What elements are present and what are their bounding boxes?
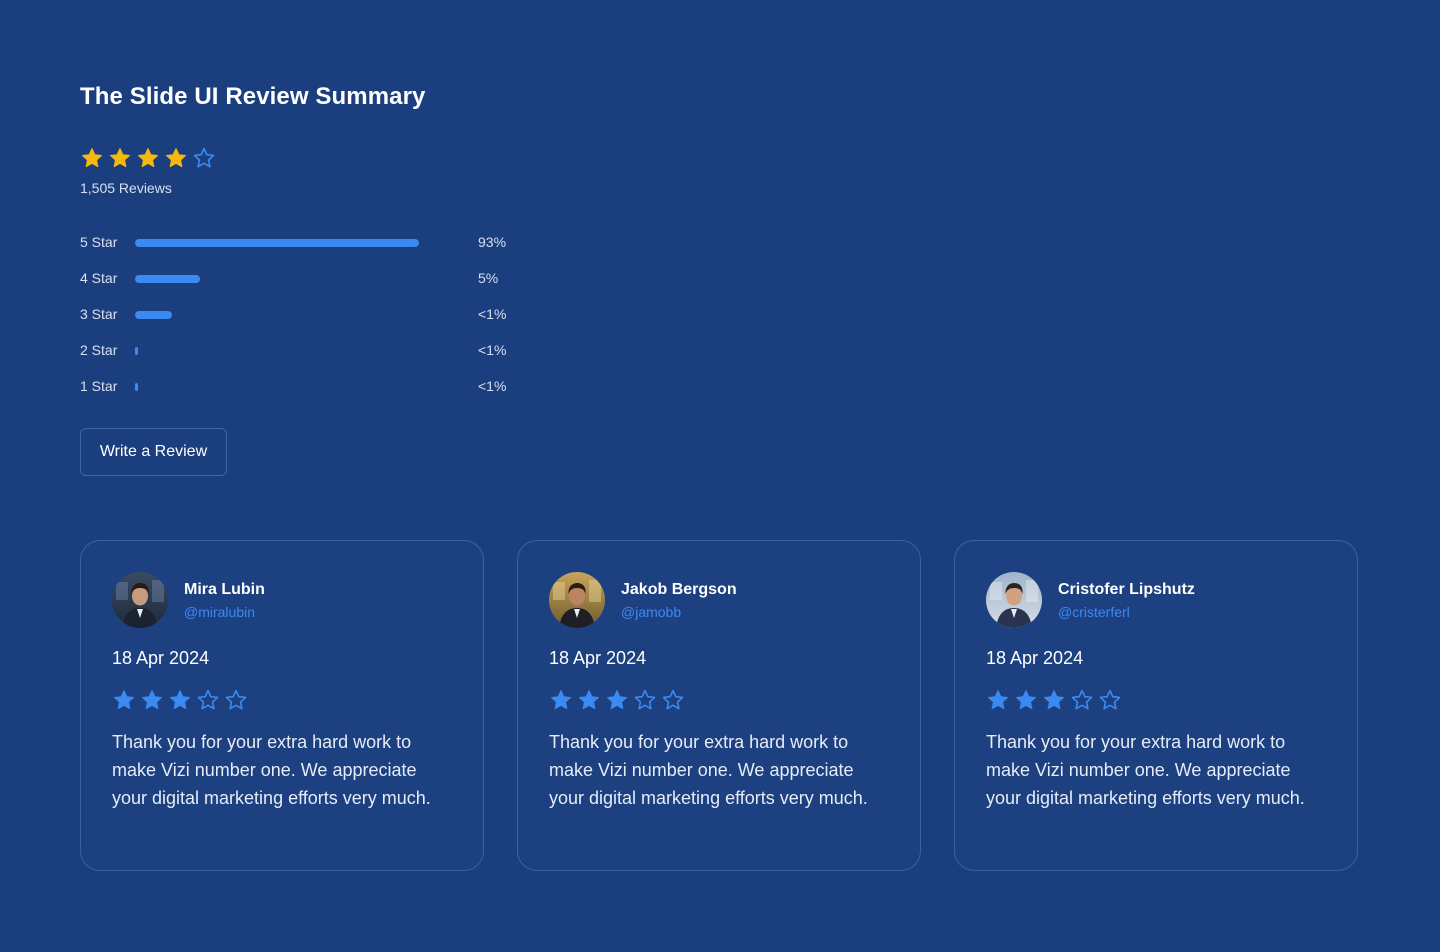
star-outline-icon — [1070, 688, 1094, 712]
review-summary: The Slide UI Review Summary 1,505 Review… — [80, 82, 540, 476]
review-summary-page: The Slide UI Review Summary 1,505 Review… — [0, 0, 1440, 952]
summary-title: The Slide UI Review Summary — [80, 83, 426, 110]
rating-bar-percent: <1% — [478, 378, 507, 394]
star-filled-icon — [605, 688, 629, 712]
review-rating-stars — [986, 688, 1122, 712]
reviewer-handle[interactable]: @miralubin — [184, 604, 255, 620]
rating-bar-row-5: 5 Star 93% — [80, 230, 540, 266]
rating-bar-label: 3 Star — [80, 306, 118, 322]
review-card: Jakob Bergson @jamobb 18 Apr 2024 Thank … — [517, 540, 921, 871]
star-filled-icon — [112, 688, 136, 712]
star-filled-icon — [164, 146, 188, 170]
rating-bar-row-1: 1 Star <1% — [80, 374, 540, 410]
review-cards: Mira Lubin @miralubin 18 Apr 2024 Thank … — [80, 540, 1358, 871]
reviewer-handle[interactable]: @cristerferl — [1058, 604, 1130, 620]
review-body: Thank you for your extra hard work to ma… — [112, 732, 431, 808]
review-date: 18 Apr 2024 — [549, 648, 647, 668]
star-outline-icon — [224, 688, 248, 712]
rating-bar-percent: 5% — [478, 270, 499, 286]
rating-bar-label: 4 Star — [80, 270, 118, 286]
avatar[interactable] — [112, 572, 168, 628]
review-rating-stars — [549, 688, 685, 712]
rating-bar-fill — [135, 383, 138, 391]
rating-bar-track — [135, 275, 419, 283]
rating-bar-label: 5 Star — [80, 234, 118, 250]
review-rating-stars — [112, 688, 248, 712]
star-filled-icon — [1014, 688, 1038, 712]
star-filled-icon — [136, 146, 160, 170]
star-filled-icon — [986, 688, 1010, 712]
avatar-photo — [549, 572, 605, 628]
reviewer-handle[interactable]: @jamobb — [621, 604, 681, 620]
star-filled-icon — [168, 688, 192, 712]
star-outline-icon — [196, 688, 220, 712]
rating-bar-fill — [135, 311, 172, 319]
review-body: Thank you for your extra hard work to ma… — [986, 732, 1305, 808]
review-date: 18 Apr 2024 — [986, 648, 1084, 668]
star-filled-icon — [549, 688, 573, 712]
avatar[interactable] — [549, 572, 605, 628]
review-count: 1,505 Reviews — [80, 180, 172, 196]
star-outline-icon — [192, 146, 216, 170]
reviewer-name: Jakob Bergson — [621, 581, 737, 598]
review-card: Mira Lubin @miralubin 18 Apr 2024 Thank … — [80, 540, 484, 871]
rating-bar-track — [135, 239, 419, 247]
rating-bar-fill — [135, 239, 419, 247]
star-filled-icon — [140, 688, 164, 712]
summary-rating-stars — [80, 146, 216, 170]
rating-bar-track — [135, 311, 419, 319]
rating-bar-track — [135, 383, 419, 391]
reviewer-name: Cristofer Lipshutz — [1058, 581, 1195, 598]
rating-bar-label: 2 Star — [80, 342, 118, 358]
review-date: 18 Apr 2024 — [112, 648, 210, 668]
star-filled-icon — [577, 688, 601, 712]
rating-distribution: 5 Star 93% 4 Star 5% 3 Star <1% 2 Star <… — [80, 230, 540, 410]
rating-bar-row-3: 3 Star <1% — [80, 302, 540, 338]
rating-bar-percent: <1% — [478, 342, 507, 358]
rating-bar-row-4: 4 Star 5% — [80, 266, 540, 302]
avatar-photo — [986, 572, 1042, 628]
star-filled-icon — [108, 146, 132, 170]
avatar-photo — [112, 572, 168, 628]
star-outline-icon — [633, 688, 657, 712]
rating-bar-fill — [135, 347, 138, 355]
rating-bar-percent: 93% — [478, 234, 507, 250]
review-card: Cristofer Lipshutz @cristerferl 18 Apr 2… — [954, 540, 1358, 871]
review-body: Thank you for your extra hard work to ma… — [549, 732, 868, 808]
rating-bar-fill — [135, 275, 201, 283]
rating-bar-row-2: 2 Star <1% — [80, 338, 540, 374]
rating-bar-label: 1 Star — [80, 378, 118, 394]
star-outline-icon — [661, 688, 685, 712]
write-review-button[interactable]: Write a Review — [80, 428, 227, 476]
avatar[interactable] — [986, 572, 1042, 628]
reviewer-name: Mira Lubin — [184, 581, 265, 598]
rating-bar-percent: <1% — [478, 306, 507, 322]
star-filled-icon — [1042, 688, 1066, 712]
rating-bar-track — [135, 347, 419, 355]
star-outline-icon — [1098, 688, 1122, 712]
star-filled-icon — [80, 146, 104, 170]
